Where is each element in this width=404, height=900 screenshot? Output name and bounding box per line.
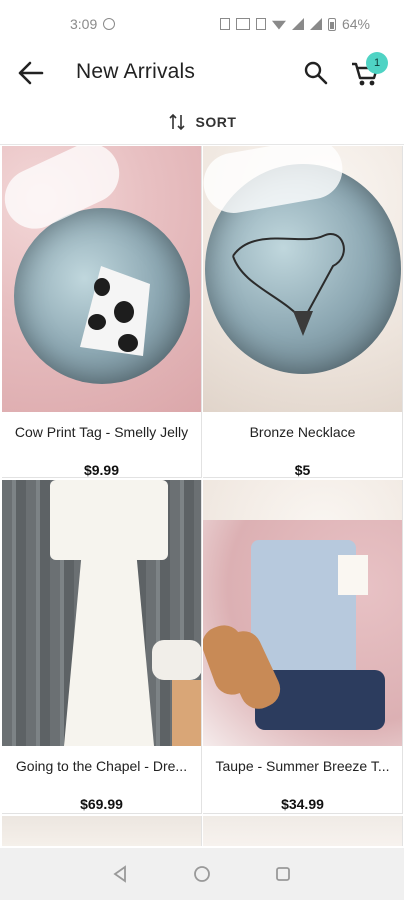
status-time: 3:09 [70,16,98,32]
product-card[interactable]: Going to the Chapel - Dre... $69.99 [2,480,202,814]
system-nav-bar [0,848,404,900]
product-image[interactable] [203,146,402,412]
product-card[interactable]: Taupe - Summer Breeze T... $34.99 [203,480,403,814]
signal-1-icon [291,18,304,30]
product-image[interactable] [2,146,201,412]
product-name[interactable]: Cow Print Tag - Smelly Jelly [2,424,201,440]
product-name[interactable]: Bronze Necklace [203,424,402,440]
product-name[interactable]: Taupe - Summer Breeze T... [203,758,402,774]
search-icon[interactable] [303,60,329,86]
product-price: $9.99 [83,462,120,478]
product-card-partial[interactable] [2,816,202,846]
page-title: New Arrivals [76,60,196,83]
product-card-partial[interactable] [203,816,403,846]
sort-button[interactable]: SORT [0,100,404,145]
product-card[interactable]: Cow Print Tag - Smelly Jelly $9.99 [2,146,202,478]
nav-home-icon[interactable] [192,864,212,884]
signal-2-icon [309,18,322,30]
status-right: 64% [219,16,370,32]
battery-percent: 64% [341,16,370,32]
product-name[interactable]: Going to the Chapel - Dre... [2,758,201,774]
sort-icon [168,113,185,131]
product-image[interactable] [203,480,402,746]
cart-count-badge[interactable]: 1 [366,52,388,74]
status-left: 3:09 [70,16,116,32]
status-bar: 3:09 64% [0,0,404,48]
battery-icon [327,17,336,31]
nav-back-icon[interactable] [111,864,131,884]
sim-icon [235,18,250,30]
back-arrow-icon[interactable] [16,60,44,86]
product-price: $5 [294,462,311,478]
nav-recents-icon[interactable] [273,864,293,884]
app-bar: New Arrivals [0,48,404,98]
notification-icon [103,18,116,30]
product-price: $69.99 [80,796,123,812]
wifi-icon [271,20,286,30]
product-price: $34.99 [281,796,324,812]
data-icon [255,18,266,30]
vibrate-icon [219,18,230,30]
sort-label: SORT [195,114,237,130]
product-image[interactable] [2,480,201,746]
product-card[interactable]: Bronze Necklace $5 [203,146,403,478]
